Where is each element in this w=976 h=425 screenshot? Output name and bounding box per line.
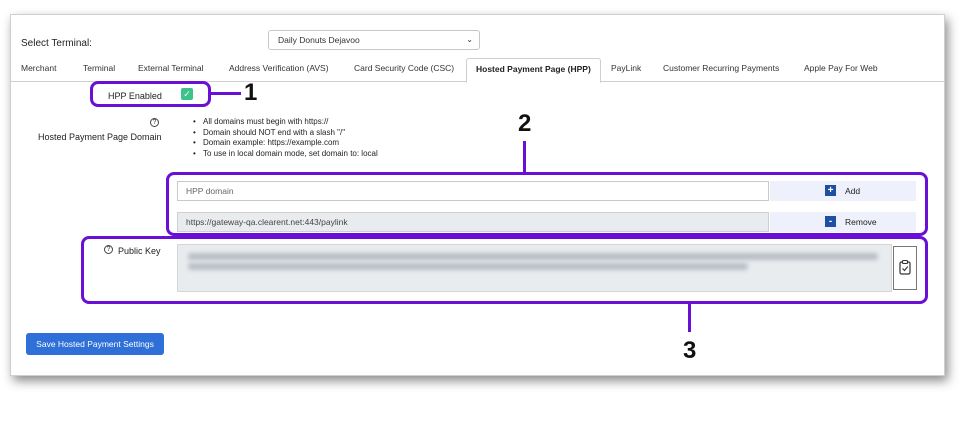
list-item: All domains must begin with https:// bbox=[193, 117, 378, 128]
highlight-box-1 bbox=[90, 81, 211, 107]
tab-bar: Merchant Terminal External Terminal Addr… bbox=[11, 58, 944, 83]
tab-paylink[interactable]: PayLink bbox=[611, 63, 641, 73]
tab-external-terminal[interactable]: External Terminal bbox=[138, 63, 204, 73]
highlight-box-2 bbox=[166, 172, 928, 236]
tab-merchant[interactable]: Merchant bbox=[21, 63, 56, 73]
tab-avs[interactable]: Address Verification (AVS) bbox=[229, 63, 329, 73]
tab-recurring-payments[interactable]: Customer Recurring Payments bbox=[663, 63, 779, 73]
callout-connector bbox=[523, 141, 526, 173]
select-terminal-label: Select Terminal: bbox=[21, 38, 92, 49]
save-hosted-payment-settings-button[interactable]: Save Hosted Payment Settings bbox=[26, 333, 164, 355]
callout-number: 2 bbox=[518, 110, 532, 137]
highlight-box-3 bbox=[81, 236, 928, 304]
callout-number: 1 bbox=[244, 79, 258, 106]
list-item: To use in local domain mode, set domain … bbox=[193, 149, 378, 160]
tab-csc[interactable]: Card Security Code (CSC) bbox=[354, 63, 454, 73]
list-item: Domain example: https://example.com bbox=[193, 138, 378, 149]
tab-hpp[interactable]: Hosted Payment Page (HPP) bbox=[466, 58, 601, 83]
callout-number: 3 bbox=[683, 337, 697, 364]
tab-apple-pay[interactable]: Apple Pay For Web bbox=[804, 63, 878, 73]
terminal-select-value: Daily Donuts Dejavoo bbox=[278, 35, 360, 45]
list-item: Domain should NOT end with a slash "/" bbox=[193, 128, 378, 139]
chevron-down-icon: ⌄ bbox=[466, 35, 473, 44]
callout-connector bbox=[211, 92, 241, 95]
terminal-select[interactable]: Daily Donuts Dejavoo ⌄ bbox=[268, 30, 480, 50]
help-icon[interactable]: ? bbox=[150, 118, 159, 127]
domain-rules-list: All domains must begin with https:// Dom… bbox=[193, 117, 378, 159]
hpp-domain-label: Hosted Payment Page Domain bbox=[38, 132, 162, 142]
tab-terminal[interactable]: Terminal bbox=[83, 63, 115, 73]
callout-connector bbox=[688, 304, 691, 332]
